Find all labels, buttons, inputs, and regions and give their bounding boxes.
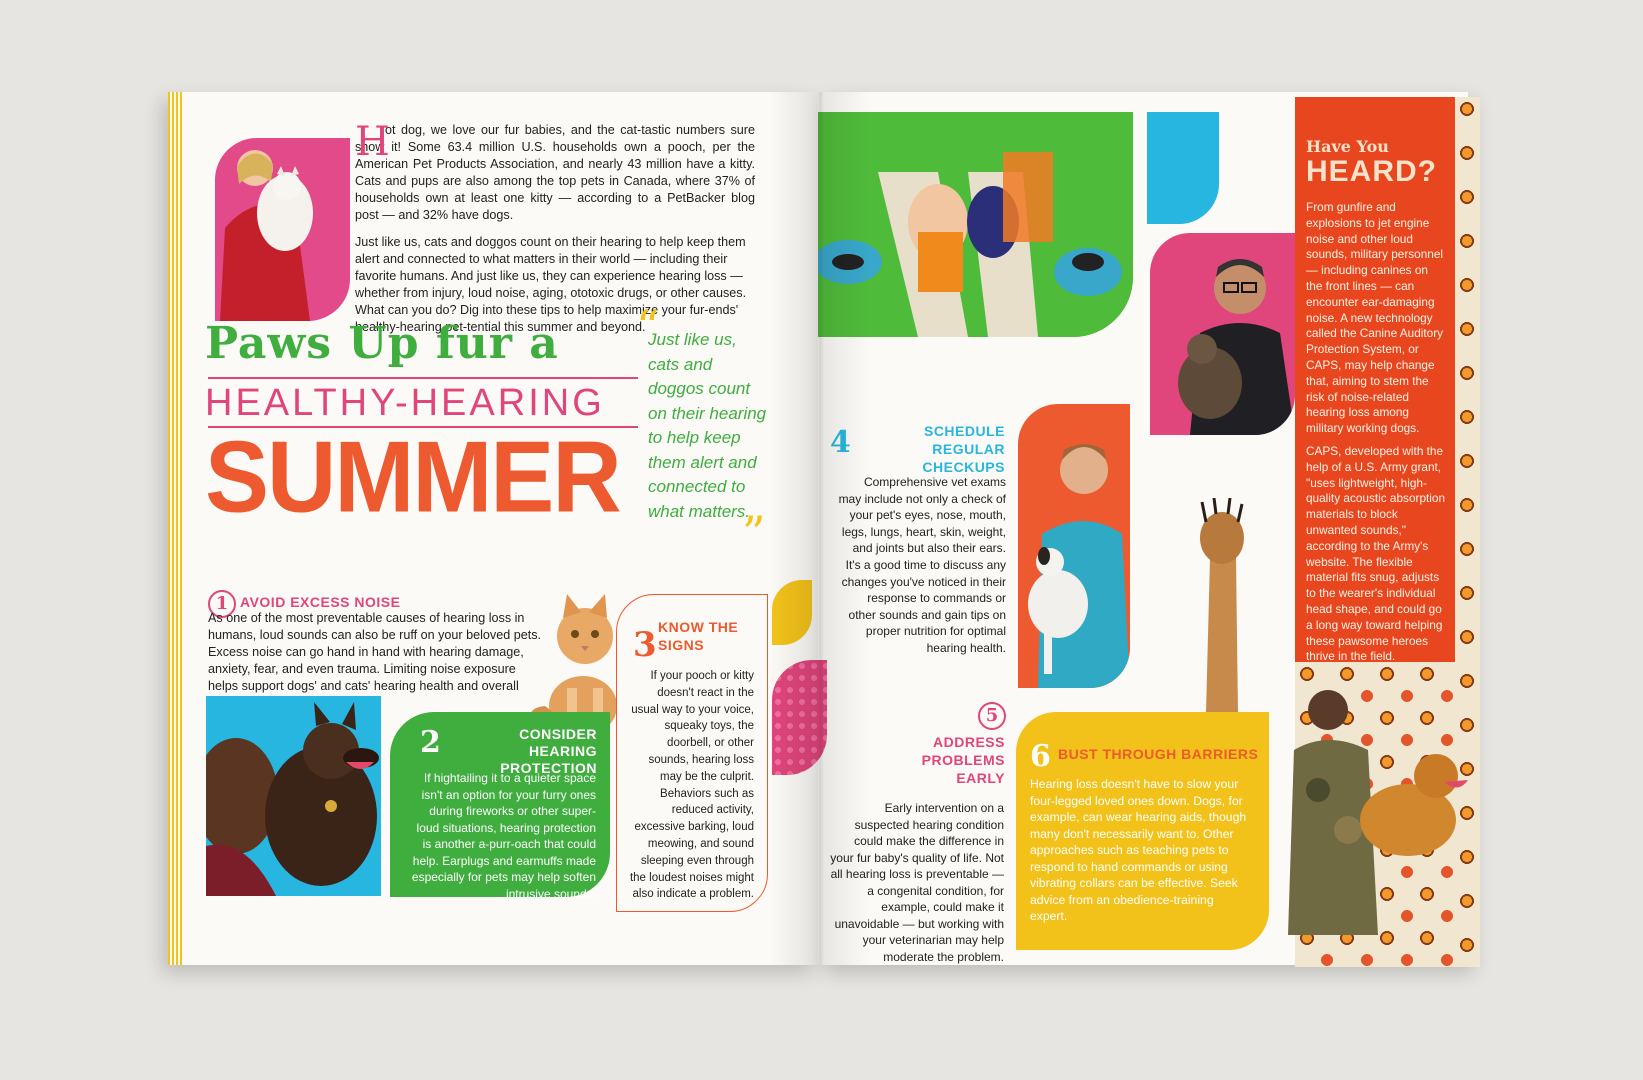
tip-3-title: KNOW THE SIGNS (658, 619, 739, 653)
woman-with-dog-photo (206, 696, 381, 896)
tip-3-number: 3 (633, 625, 657, 665)
pull-quote-close-mark: ” (742, 506, 766, 560)
tip-5-title: ADDRESS PROBLEMS EARLY (921, 734, 1005, 786)
tip-3-body: If your pooch or kitty doesn't react in … (629, 670, 754, 901)
sidebar-kicker: Have You (1306, 137, 1389, 156)
decorative-blue-leaf (1147, 112, 1219, 224)
decorative-pink-leaf (772, 660, 827, 775)
tip-4-body: Comprehensive vet exams may include not … (838, 475, 1006, 655)
man-with-cat-photo (1150, 233, 1295, 435)
intro-paragraph-1: ot dog, we love our fur babies, and the … (355, 123, 755, 222)
tip-1-title: AVOID EXCESS NOISE (240, 594, 401, 610)
headline-line-1: Paws Up fur a (205, 318, 559, 369)
sidebar-title: HEARD? (1306, 155, 1437, 188)
tip-2-number: 2 (420, 725, 441, 760)
tip-4-title: SCHEDULE REGULAR CHECKUPS (922, 423, 1005, 475)
sidebar-paragraph-2: CAPS, developed with the help of a U.S. … (1306, 444, 1446, 664)
tip-6-title: BUST THROUGH BARRIERS (1058, 746, 1259, 762)
tip-6-body: Hearing loss doesn't have to slow your f… (1030, 777, 1247, 923)
tip-6-number: 6 (1030, 739, 1051, 774)
couple-on-loungers-photo (818, 112, 1133, 337)
woman-with-cat-photo (215, 138, 350, 321)
headline-rule-top (208, 377, 638, 379)
vet-with-dog-photo (1018, 404, 1130, 688)
tip-5-body: Early intervention on a suspected hearin… (830, 801, 1004, 964)
tip-2-body: If hightailing it to a quieter space isn… (411, 771, 596, 901)
left-edge-stripes (168, 92, 182, 965)
soldier-with-dog-photo (1268, 670, 1468, 935)
headline-line-3: SUMMER (205, 421, 622, 534)
pull-quote-text: Just like us, cats and doggos count on t… (648, 330, 767, 521)
sidebar-paragraph-1: From gunfire and explosions to jet engin… (1306, 200, 1444, 436)
drop-cap: H (355, 119, 390, 165)
dog-paw-photo (1192, 497, 1250, 713)
tip-4-number: 4 (830, 425, 851, 460)
intro-block: H ot dog, we love our fur babies, and th… (355, 122, 755, 336)
tip-5-number: 5 (978, 702, 1006, 730)
